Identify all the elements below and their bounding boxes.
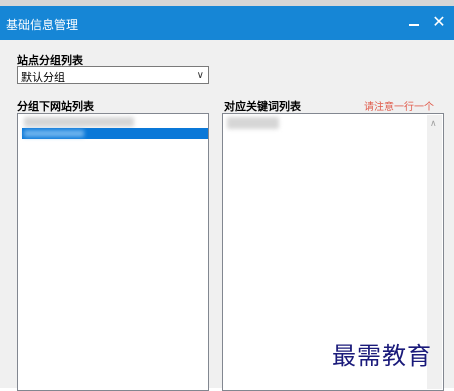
dialog-body: 站点分组列表 默认分组 ∨ 分组下网站列表 对应关键词列表 请注意一行一个 ∧ … [0,40,454,391]
site-group-select[interactable]: 默认分组 ∨ [17,66,209,84]
site-group-value: 默认分组 [21,71,65,84]
scroll-up-icon[interactable]: ∧ [430,119,437,129]
title-bar[interactable]: 基础信息管理 ✕ [0,6,454,40]
minimize-button[interactable] [402,11,426,33]
list-item [227,117,279,129]
window-title: 基础信息管理 [6,18,79,32]
watermark-logo: 最需教育 [332,342,432,370]
site-list-label: 分组下网站列表 [17,100,94,113]
minimize-icon [409,24,419,26]
one-per-line-hint: 请注意一行一个 [364,102,434,113]
redacted-text [24,130,84,137]
keyword-list-label: 对应关键词列表 [224,100,301,113]
site-listbox[interactable] [17,113,209,391]
close-button[interactable]: ✕ [427,11,451,33]
list-item[interactable] [24,117,134,127]
list-item-selected[interactable] [22,128,208,139]
chevron-down-icon: ∨ [196,70,204,81]
